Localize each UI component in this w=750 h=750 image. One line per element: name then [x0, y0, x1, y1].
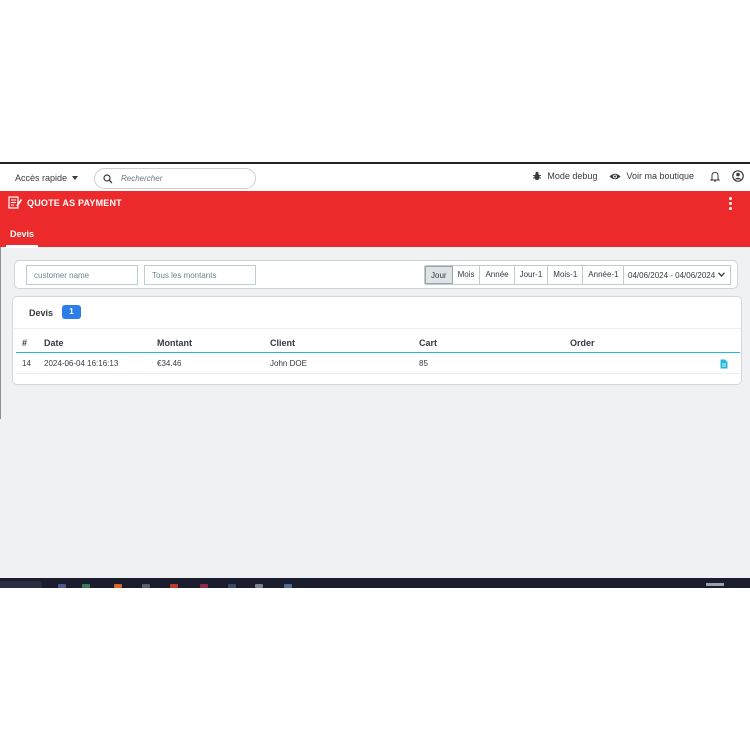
period-button-year[interactable]: Année — [480, 266, 515, 284]
search-icon — [103, 173, 113, 183]
left-border — [0, 247, 1, 419]
bell-icon — [710, 171, 720, 182]
cell-client: John DOE — [270, 359, 307, 368]
page-header: QUOTE AS PAYMENT Devis — [0, 191, 750, 248]
count-badge: 1 — [62, 305, 81, 319]
more-options-icon[interactable] — [729, 197, 733, 210]
taskbar-app-icon[interactable] — [228, 584, 236, 588]
notifications-button[interactable] — [710, 171, 720, 182]
period-button-previous-day[interactable]: Jour-1 — [514, 266, 549, 284]
row-divider — [16, 373, 740, 374]
top-header: Accès rapide Mode deb — [0, 164, 750, 191]
column-header-client[interactable]: Client — [270, 338, 295, 348]
taskbar-app-icon[interactable] — [114, 584, 122, 588]
taskbar-app-icon[interactable] — [200, 584, 208, 588]
view-shop-link[interactable]: Voir ma boutique — [609, 171, 694, 181]
customer-name-input[interactable] — [26, 265, 138, 285]
period-button-previous-month[interactable]: Mois-1 — [548, 266, 584, 284]
date-range-value: 04/06/2024 - 04/06/2024 — [628, 270, 716, 280]
eye-icon — [609, 173, 621, 179]
quotes-table-card: Devis 1 # Date Montant Client Cart Order… — [12, 296, 742, 385]
header-divider — [16, 352, 740, 353]
taskbar-app-icon[interactable] — [58, 584, 66, 588]
column-header-date[interactable]: Date — [44, 338, 64, 348]
tab-bar: Devis — [0, 223, 750, 248]
column-header-cart[interactable]: Cart — [419, 338, 437, 348]
taskbar-app-icon[interactable] — [284, 584, 292, 588]
chevron-down-icon — [718, 272, 725, 277]
period-button-day[interactable]: Jour — [425, 266, 453, 284]
cell-date: 2024-06-04 16:16:13 — [44, 359, 119, 368]
amount-filter-input[interactable] — [144, 265, 256, 285]
taskbar-clock — [706, 583, 724, 586]
header-tools: Mode debug Voir ma boutique — [532, 170, 744, 182]
quick-access-label: Accès rapide — [15, 173, 68, 183]
page: Accès rapide Mode deb — [0, 0, 750, 750]
cell-amount: €34.46 — [157, 359, 182, 368]
caret-down-icon — [72, 176, 79, 180]
date-range-select[interactable]: 04/06/2024 - 04/06/2024 — [623, 265, 731, 285]
taskbar-app-icon[interactable] — [82, 584, 90, 588]
taskbar-start[interactable] — [0, 581, 42, 588]
column-header-amount[interactable]: Montant — [157, 338, 192, 348]
period-button-previous-year[interactable]: Année-1 — [583, 266, 624, 284]
cell-cart: 85 — [419, 359, 428, 368]
taskbar-app-icon[interactable] — [142, 584, 150, 588]
os-taskbar — [0, 578, 750, 588]
view-shop-label: Voir ma boutique — [626, 171, 694, 181]
card-header: Devis 1 — [13, 297, 741, 329]
app-window: Accès rapide Mode deb — [0, 162, 750, 582]
search-input[interactable] — [121, 174, 241, 183]
taskbar-app-icon[interactable] — [255, 584, 263, 588]
page-title-row: QUOTE AS PAYMENT — [8, 196, 122, 209]
taskbar-app-icon[interactable] — [170, 584, 178, 588]
user-icon — [732, 170, 744, 182]
debug-mode-link[interactable]: Mode debug — [532, 171, 597, 181]
quick-access-dropdown[interactable]: Accès rapide — [15, 173, 79, 183]
account-button[interactable] — [732, 170, 744, 182]
search-box[interactable] — [94, 168, 256, 189]
page-title: QUOTE AS PAYMENT — [27, 197, 122, 208]
period-button-month[interactable]: Mois — [452, 266, 481, 284]
period-selector: Jour Mois Année Jour-1 Mois-1 Année-1 — [424, 265, 625, 285]
filter-panel: Jour Mois Année Jour-1 Mois-1 Année-1 04… — [14, 260, 738, 289]
debug-mode-label: Mode debug — [547, 171, 598, 181]
cell-id: 14 — [22, 359, 31, 368]
bug-icon — [533, 171, 542, 180]
quote-document-icon — [8, 196, 23, 209]
view-document-icon[interactable] — [720, 359, 728, 369]
column-header-id[interactable]: # — [22, 338, 27, 348]
tab-devis[interactable]: Devis — [6, 226, 39, 248]
column-header-order[interactable]: Order — [570, 338, 595, 348]
card-title: Devis — [29, 308, 54, 318]
